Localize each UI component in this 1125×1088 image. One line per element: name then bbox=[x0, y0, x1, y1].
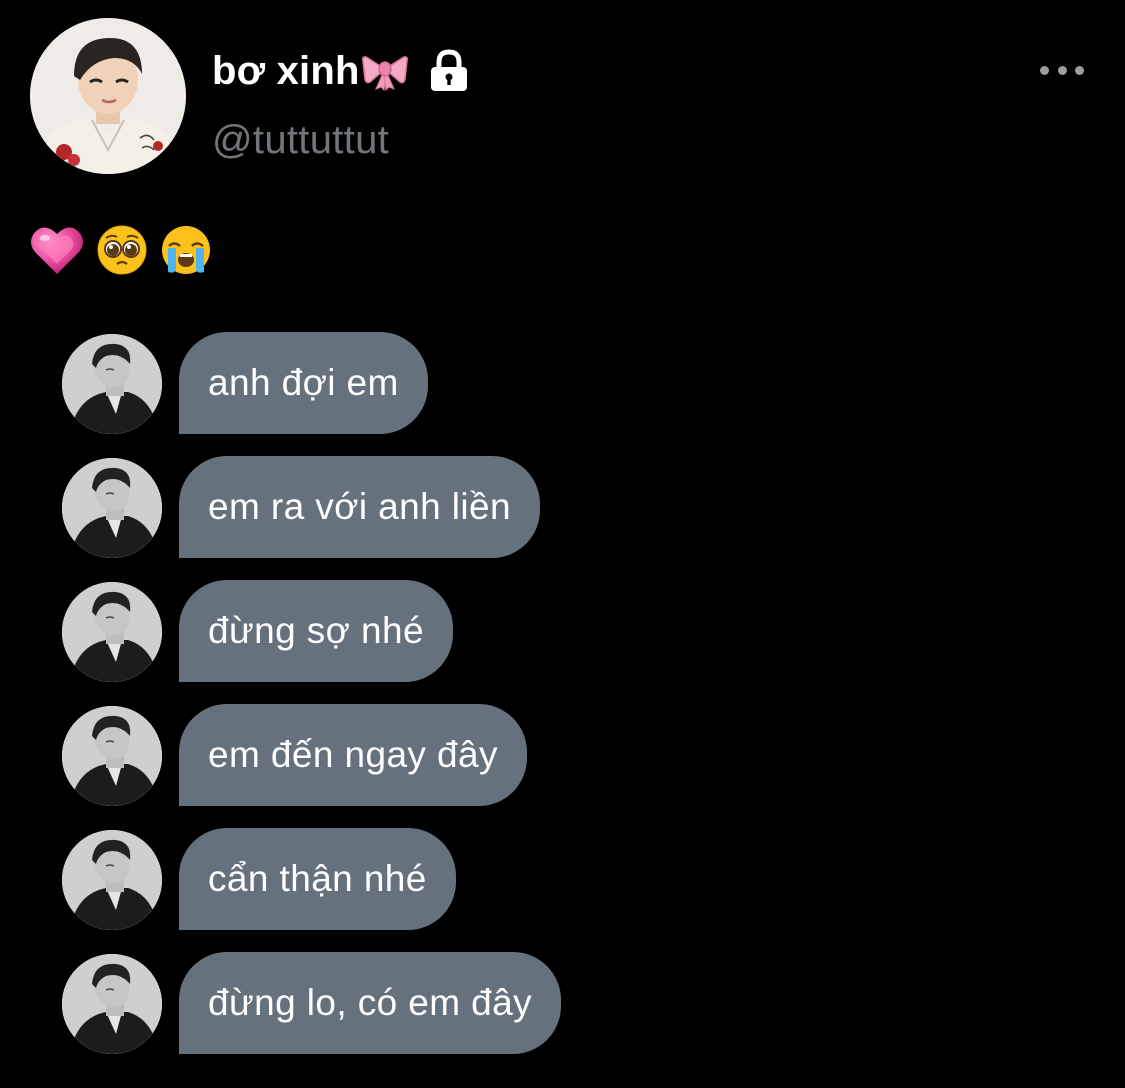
display-name-row: bơ xinh bbox=[212, 44, 470, 98]
message-bubble: em ra với anh liền bbox=[179, 456, 540, 558]
lock-icon bbox=[428, 49, 470, 93]
message-row: đừng sợ nhé bbox=[62, 580, 453, 682]
message-avatar[interactable] bbox=[62, 830, 162, 930]
message-row: đừng lo, có em đây bbox=[62, 952, 562, 1054]
emoji-row bbox=[30, 222, 212, 278]
more-horizontal-icon bbox=[1075, 65, 1084, 75]
message-bubble: đừng lo, có em đây bbox=[179, 952, 562, 1054]
post: bơ xinh @tuttuttut anh đợi em em ra với … bbox=[0, 0, 1125, 1088]
more-horizontal-icon bbox=[1057, 65, 1067, 75]
user-handle[interactable]: @tuttuttut bbox=[212, 118, 389, 163]
pink-bow-icon bbox=[361, 51, 408, 92]
message-row: cẩn thận nhé bbox=[62, 828, 456, 930]
message-bubble: đừng sợ nhé bbox=[179, 580, 453, 682]
loudly-crying-face-icon bbox=[160, 224, 212, 276]
message-row: em đến ngay đây bbox=[62, 704, 527, 806]
message-avatar[interactable] bbox=[62, 954, 162, 1054]
profile-avatar[interactable] bbox=[30, 18, 186, 174]
message-bubble: cẩn thận nhé bbox=[179, 828, 456, 930]
message-bubble: anh đợi em bbox=[179, 332, 428, 434]
more-options-button[interactable] bbox=[1040, 56, 1084, 84]
message-row: em ra với anh liền bbox=[62, 456, 540, 558]
display-name[interactable]: bơ xinh bbox=[212, 49, 360, 94]
more-horizontal-icon bbox=[1040, 65, 1049, 75]
message-avatar[interactable] bbox=[62, 458, 162, 558]
message-avatar[interactable] bbox=[62, 706, 162, 806]
growing-heart-icon bbox=[30, 224, 84, 276]
message-row: anh đợi em bbox=[62, 332, 428, 434]
message-avatar[interactable] bbox=[62, 582, 162, 682]
message-bubble: em đến ngay đây bbox=[179, 704, 527, 806]
pleading-face-icon bbox=[96, 224, 148, 276]
message-avatar[interactable] bbox=[62, 334, 162, 434]
